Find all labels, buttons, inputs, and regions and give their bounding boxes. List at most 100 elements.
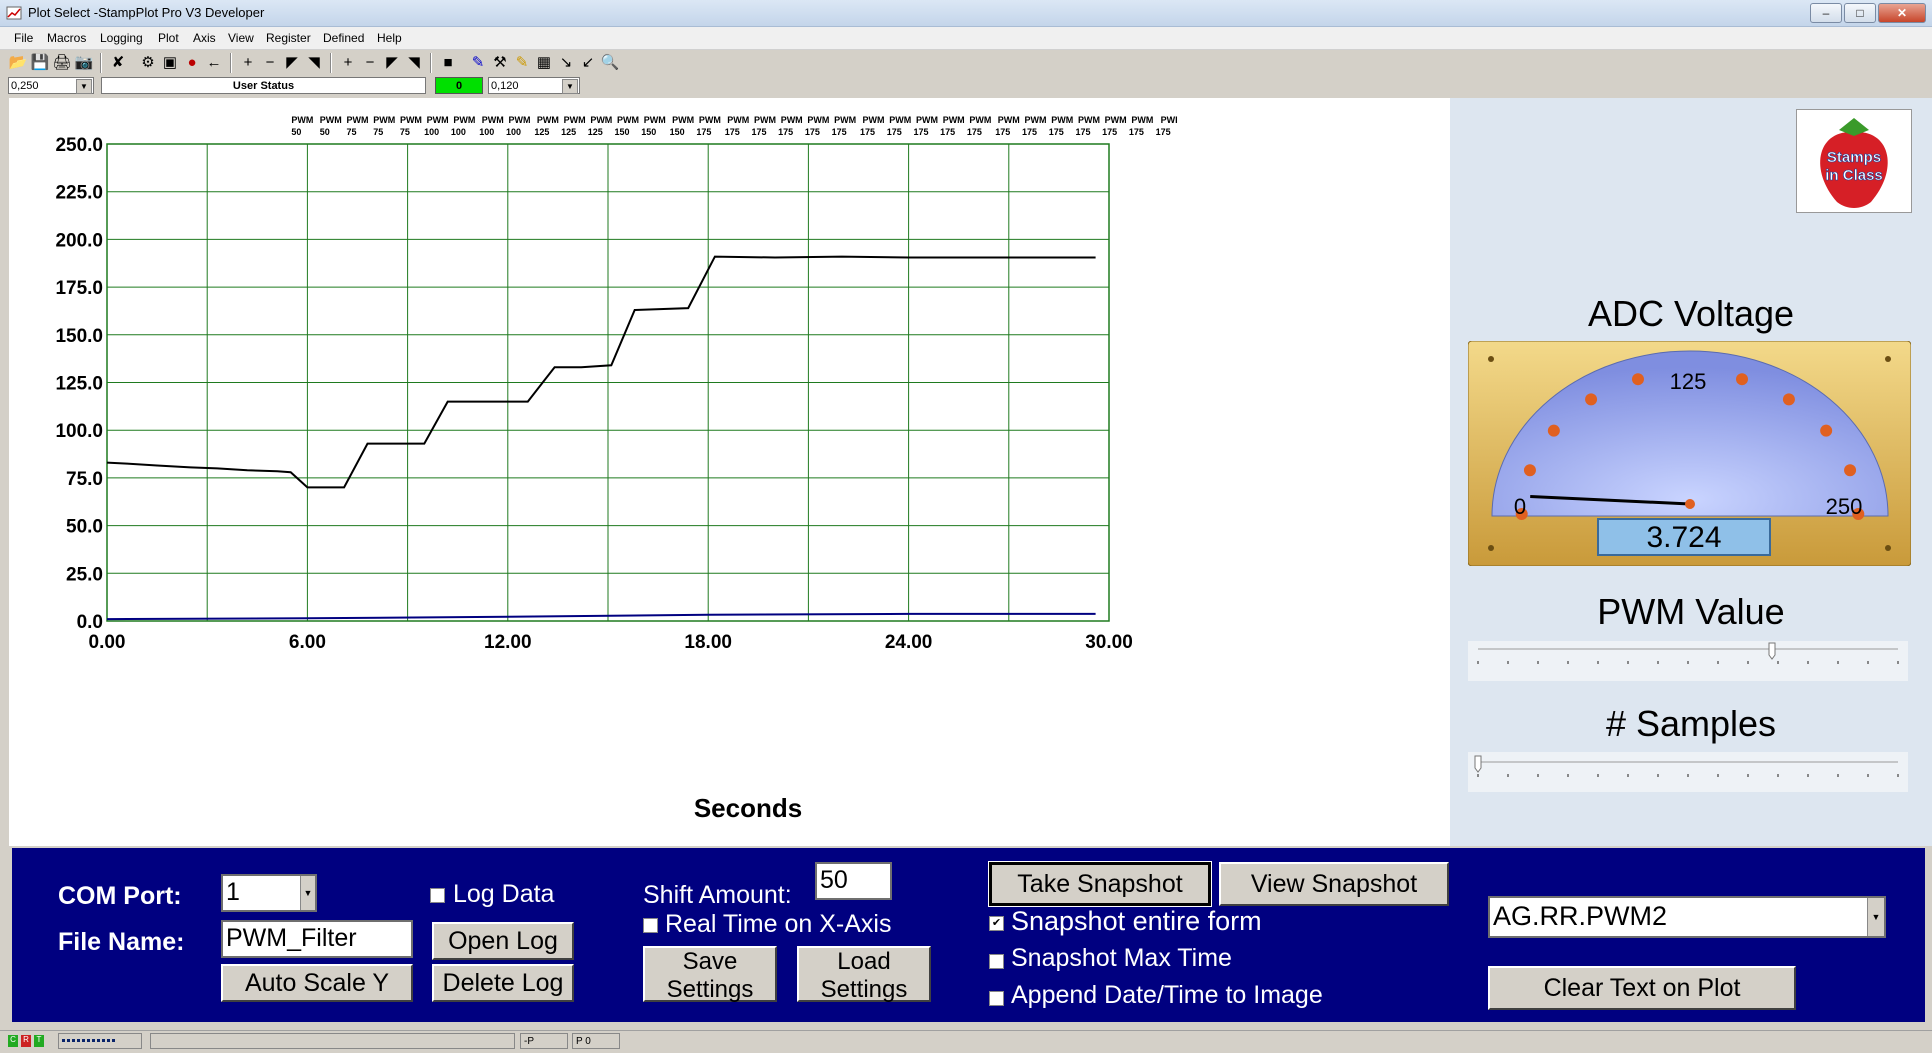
- clear-icon[interactable]: ✘: [108, 53, 128, 73]
- save-settings-line-1: Save: [682, 948, 738, 975]
- auto-scale-button[interactable]: Auto Scale Y: [221, 964, 413, 1002]
- print-icon[interactable]: 🖨: [52, 53, 72, 73]
- annotation-label: PWM: [1078, 115, 1100, 125]
- annotation-value: 175: [725, 127, 740, 137]
- connect-icon[interactable]: ⚙: [138, 53, 158, 73]
- snapshot-form-checkbox[interactable]: ✔: [989, 916, 1004, 931]
- menu-register[interactable]: Register: [266, 31, 311, 45]
- record-icon[interactable]: ●: [182, 53, 202, 73]
- camera-icon[interactable]: 📷: [74, 53, 94, 73]
- chevron-down-icon[interactable]: ▼: [1867, 898, 1884, 936]
- gauge-marker: [1523, 464, 1536, 477]
- append-date-checkbox[interactable]: [989, 991, 1004, 1006]
- pwm-slider[interactable]: [1468, 641, 1908, 681]
- left-value-combo[interactable]: 0,250 ▼: [8, 77, 94, 94]
- close-button[interactable]: ✕: [1878, 3, 1926, 23]
- annotation-value: 150: [670, 127, 685, 137]
- chevron-down-icon[interactable]: ▼: [76, 79, 92, 94]
- menu-axis[interactable]: Axis: [193, 31, 216, 45]
- right-value-combo[interactable]: 0,120 ▼: [488, 77, 580, 94]
- macro-dropdown[interactable]: AG.RR.PWM2 ▼: [1488, 896, 1886, 938]
- menu-plot[interactable]: Plot: [158, 31, 179, 45]
- file-name-input[interactable]: PWM_Filter: [221, 920, 413, 958]
- menu-help[interactable]: Help: [377, 31, 402, 45]
- progress-cell: [58, 1033, 142, 1049]
- load-settings-button[interactable]: Load Settings: [797, 946, 931, 1003]
- annotation-value: 50: [291, 127, 301, 137]
- gauge-min-label: 0: [1514, 494, 1526, 519]
- open-log-button[interactable]: Open Log: [432, 922, 574, 960]
- minimize-button[interactable]: –: [1810, 3, 1842, 23]
- annotation-label: PWM: [590, 115, 612, 125]
- chevron-down-icon[interactable]: ▼: [300, 876, 315, 910]
- y-shift-down-icon[interactable]: ◥: [404, 53, 424, 73]
- menu-file[interactable]: File: [14, 31, 33, 45]
- annotation-label: PWM: [373, 115, 395, 125]
- menu-macros[interactable]: Macros: [47, 31, 86, 45]
- samples-slider-thumb[interactable]: [1474, 755, 1482, 773]
- clear-text-button[interactable]: Clear Text on Plot: [1488, 966, 1796, 1010]
- menu-defined[interactable]: Defined: [323, 31, 364, 45]
- append-date-label: Append Date/Time to Image: [1011, 981, 1323, 1009]
- y-tick-label: 250.0: [55, 135, 103, 156]
- y-shift-up-icon[interactable]: ◤: [382, 53, 402, 73]
- menu-logging[interactable]: Logging: [100, 31, 143, 45]
- measure-icon[interactable]: ↙: [578, 53, 598, 73]
- left-value: 0,250: [11, 80, 39, 92]
- annotation-label: PWM: [889, 115, 911, 125]
- real-time-checkbox[interactable]: [643, 918, 658, 933]
- monitor-icon[interactable]: ▣: [160, 53, 180, 73]
- pen-icon[interactable]: ✎: [468, 53, 488, 73]
- tools-icon[interactable]: ⚒: [490, 53, 510, 73]
- com-port-value: 1: [226, 878, 240, 906]
- delete-log-button[interactable]: Delete Log: [432, 964, 574, 1002]
- user-status: User Status: [101, 77, 426, 94]
- maximize-button[interactable]: □: [1844, 3, 1876, 23]
- open-icon[interactable]: 📂: [8, 53, 28, 73]
- x-tick-label: 6.00: [289, 632, 326, 653]
- annotation-value: 175: [1156, 127, 1171, 137]
- log-data-checkbox[interactable]: [430, 888, 445, 903]
- chevron-down-icon[interactable]: ▼: [562, 79, 578, 94]
- annotation-label: PWM: [427, 115, 449, 125]
- y-expand-icon[interactable]: +: [338, 53, 358, 73]
- y-tick-label: 175.0: [55, 278, 103, 299]
- annotation-value: 100: [451, 127, 466, 137]
- y-tick-label: 200.0: [55, 230, 103, 251]
- save-settings-button[interactable]: Save Settings: [643, 946, 777, 1003]
- back-arrow-icon[interactable]: ←: [204, 53, 224, 73]
- annotation-value: 125: [561, 127, 576, 137]
- zoom-icon[interactable]: 🔍: [600, 53, 620, 73]
- save-icon[interactable]: 💾: [30, 53, 50, 73]
- x-expand-icon[interactable]: +: [238, 53, 258, 73]
- annotation-value: 150: [641, 127, 656, 137]
- samples-title: # Samples: [1605, 703, 1777, 744]
- view-snapshot-button[interactable]: View Snapshot: [1219, 862, 1449, 906]
- annotation-label: PWM: [863, 115, 885, 125]
- shift-amount-input[interactable]: 50: [815, 862, 892, 900]
- annotation-label: PWM: [400, 115, 422, 125]
- samples-slider[interactable]: [1468, 752, 1908, 792]
- x-shift-left-icon[interactable]: ◤: [282, 53, 302, 73]
- y-tick-label: 125.0: [55, 374, 103, 395]
- pwm-slider-thumb[interactable]: [1768, 642, 1776, 660]
- calc-icon[interactable]: ▦: [534, 53, 554, 73]
- annotation-label: PWM: [453, 115, 475, 125]
- x-shrink-icon[interactable]: −: [260, 53, 280, 73]
- adc-gauge: 125 0 250 3.724: [1468, 341, 1911, 566]
- note-icon[interactable]: ✎: [512, 53, 532, 73]
- take-snapshot-button[interactable]: Take Snapshot: [988, 861, 1212, 907]
- y-shrink-icon[interactable]: −: [360, 53, 380, 73]
- annotation-value: 175: [1129, 127, 1144, 137]
- menu-view[interactable]: View: [228, 31, 254, 45]
- plot-area[interactable]: PWM 50 PWM 50 PWM 75 PWM 75 PWM 75 PWM 100 PWM 100 PWM…: [9, 98, 1450, 846]
- x-shift-right-icon[interactable]: ◥: [304, 53, 324, 73]
- com-port-select[interactable]: 1 ▼: [221, 874, 317, 912]
- status-row: 0,250 ▼ User Status 0 0,120 ▼: [0, 77, 1932, 96]
- annotation-value: 175: [696, 127, 711, 137]
- pointer-icon[interactable]: ↘: [556, 53, 576, 73]
- plot-icon[interactable]: ■: [438, 53, 458, 73]
- title-bar: Plot Select -StampPlot Pro V3 Developer …: [0, 0, 1932, 27]
- gauge-max-label: 250: [1826, 494, 1863, 519]
- snapshot-max-checkbox[interactable]: [989, 954, 1004, 969]
